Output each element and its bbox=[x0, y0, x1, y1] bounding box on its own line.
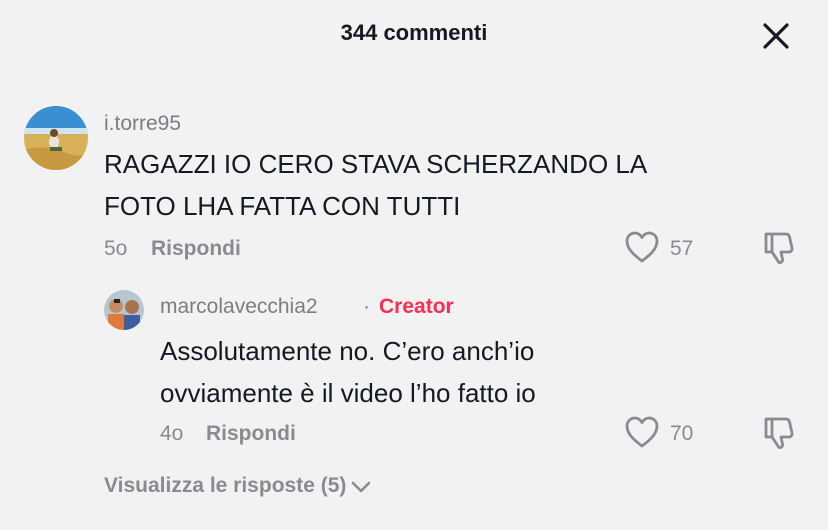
comment-text: RAGAZZI IO CERO STAVA SCHERZANDO LA FOTO… bbox=[104, 143, 647, 227]
close-button[interactable] bbox=[760, 20, 792, 52]
like-count: 70 bbox=[670, 422, 694, 445]
reply-button[interactable]: Rispondi bbox=[151, 237, 241, 261]
avatar[interactable] bbox=[24, 106, 88, 170]
like-button[interactable] bbox=[624, 230, 660, 269]
view-replies-label: Visualizza le risposte (5) bbox=[104, 474, 347, 497]
comment-username[interactable]: i.torre95 bbox=[104, 112, 181, 136]
heart-icon bbox=[625, 231, 659, 263]
separator-dot: · bbox=[363, 295, 370, 318]
like-button[interactable] bbox=[624, 415, 660, 454]
comment-text-line: RAGAZZI IO CERO STAVA SCHERZANDO LA bbox=[104, 149, 648, 179]
comments-header: 344 commenti bbox=[0, 0, 828, 70]
dislike-icon bbox=[764, 232, 794, 264]
chevron-down-icon bbox=[352, 481, 371, 493]
reply-text-line: Assolutamente no. C’ero anch’io bbox=[160, 336, 535, 366]
comment-text-line: FOTO LHA FATTA CON TUTTI bbox=[104, 191, 461, 221]
avatar[interactable] bbox=[104, 290, 144, 330]
reply-text: Assolutamente no. C’ero anch’io ovviamen… bbox=[160, 330, 536, 414]
close-icon bbox=[763, 23, 789, 49]
dislike-button[interactable] bbox=[762, 415, 796, 456]
reply-username[interactable]: marcolavecchia2 bbox=[160, 295, 318, 319]
creator-badge: Creator bbox=[379, 295, 454, 318]
reply-time: 4o bbox=[160, 422, 184, 445]
comments-count-title: 344 commenti bbox=[340, 20, 488, 45]
heart-icon bbox=[625, 416, 659, 448]
like-count: 57 bbox=[670, 237, 694, 260]
comment-time: 5o bbox=[104, 237, 128, 260]
dislike-icon bbox=[764, 417, 794, 449]
view-replies-button[interactable]: Visualizza le risposte (5) bbox=[104, 474, 372, 498]
reply-button[interactable]: Rispondi bbox=[206, 422, 296, 446]
reply-text-line: ovviamente è il video l’ho fatto io bbox=[160, 378, 536, 408]
dislike-button[interactable] bbox=[762, 230, 796, 271]
